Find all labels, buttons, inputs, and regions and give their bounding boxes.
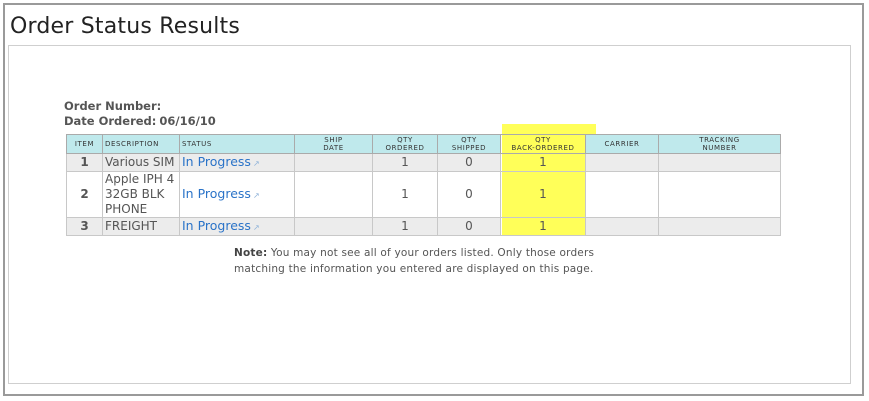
cell-status: In Progress ↗ <box>179 171 295 218</box>
order-status-table: ITEM DESCRIPTION STATUS SHIP DATE QTY ORDE… <box>66 134 781 236</box>
cell-qty-shipped: 0 <box>437 171 501 218</box>
header-status: STATUS <box>179 134 295 154</box>
header-qty-ordered: QTY ORDERED <box>372 134 438 154</box>
cell-qty-ordered: 1 <box>372 153 438 172</box>
cell-status: In Progress ↗ <box>179 217 295 236</box>
cell-qty-backordered: 1 <box>500 217 586 236</box>
cell-carrier <box>585 153 659 172</box>
cell-item: 1 <box>66 153 103 172</box>
header-ship-date-label-1: SHIP <box>324 136 343 144</box>
external-link-icon: ↗ <box>252 191 260 200</box>
cell-status: In Progress ↗ <box>179 153 295 172</box>
status-link[interactable]: In Progress <box>182 218 251 233</box>
cell-qty-shipped: 0 <box>437 217 501 236</box>
cell-item: 2 <box>66 171 103 218</box>
order-number-label: Order Number: <box>64 99 162 113</box>
header-ship-date: SHIP DATE <box>294 134 373 154</box>
external-link-icon: ↗ <box>252 223 260 232</box>
table-header-row: ITEM DESCRIPTION STATUS SHIP DATE QTY ORDE… <box>66 134 781 154</box>
header-tracking-label-1: TRACKING <box>699 136 740 144</box>
date-ordered-value: 06/16/10 <box>159 114 216 128</box>
note-text: Note: You may not see all of your orders… <box>234 245 614 277</box>
cell-ship-date <box>294 153 373 172</box>
cell-qty-backordered: 1 <box>500 153 586 172</box>
order-number-line: Order Number: <box>64 99 216 114</box>
header-qty-ordered-label-1: QTY <box>397 136 413 144</box>
table-row: 1 Various SIM In Progress ↗ 1 0 1 <box>66 153 781 172</box>
cell-description: Various SIM <box>102 153 180 172</box>
header-tracking-number: TRACKING NUMBER <box>658 134 781 154</box>
cell-carrier <box>585 171 659 218</box>
header-item-label: ITEM <box>74 140 95 148</box>
cell-qty-ordered: 1 <box>372 217 438 236</box>
cell-qty-backordered: 1 <box>500 171 586 218</box>
status-link[interactable]: In Progress <box>182 186 251 201</box>
note-label: Note: <box>234 247 268 259</box>
header-carrier: CARRIER <box>585 134 659 154</box>
header-tracking-label-2: NUMBER <box>702 144 737 152</box>
cell-item: 3 <box>66 217 103 236</box>
header-carrier-label: CARRIER <box>604 140 640 148</box>
header-item: ITEM <box>66 134 103 154</box>
cell-qty-ordered: 1 <box>372 171 438 218</box>
external-link-icon: ↗ <box>252 159 260 168</box>
header-status-label: STATUS <box>182 140 212 148</box>
table-row: 3 FREIGHT In Progress ↗ 1 0 1 <box>66 217 781 236</box>
header-qty-backordered-label-2: BACK-ORDERED <box>511 144 575 152</box>
order-info: Order Number: Date Ordered: 06/16/10 <box>64 99 216 129</box>
header-qty-shipped-label-1: QTY <box>461 136 477 144</box>
header-description-label: DESCRIPTION <box>105 140 159 148</box>
header-qty-backordered: QTY BACK-ORDERED <box>500 134 586 154</box>
header-ship-date-label-2: DATE <box>323 144 344 152</box>
header-qty-shipped-label-2: SHIPPED <box>451 144 487 152</box>
cell-description: FREIGHT <box>102 217 180 236</box>
cell-ship-date <box>294 171 373 218</box>
cell-ship-date <box>294 217 373 236</box>
header-qty-backordered-label-1: QTY <box>535 136 551 144</box>
cell-tracking-number <box>658 217 781 236</box>
date-ordered-line: Date Ordered: 06/16/10 <box>64 114 216 129</box>
cell-tracking-number <box>658 171 781 218</box>
page-title: Order Status Results <box>10 14 241 39</box>
header-qty-shipped: QTY SHIPPED <box>437 134 501 154</box>
table-row: 2 Apple IPH 4 32GB BLK PHONE In Progress… <box>66 171 781 218</box>
cell-qty-shipped: 0 <box>437 153 501 172</box>
cell-carrier <box>585 217 659 236</box>
cell-tracking-number <box>658 153 781 172</box>
header-description: DESCRIPTION <box>102 134 180 154</box>
note-body: You may not see all of your orders liste… <box>234 247 595 275</box>
header-qty-ordered-label-2: ORDERED <box>385 144 425 152</box>
cell-description: Apple IPH 4 32GB BLK PHONE <box>102 171 180 218</box>
date-ordered-label: Date Ordered: <box>64 114 157 128</box>
status-link[interactable]: In Progress <box>182 154 251 169</box>
